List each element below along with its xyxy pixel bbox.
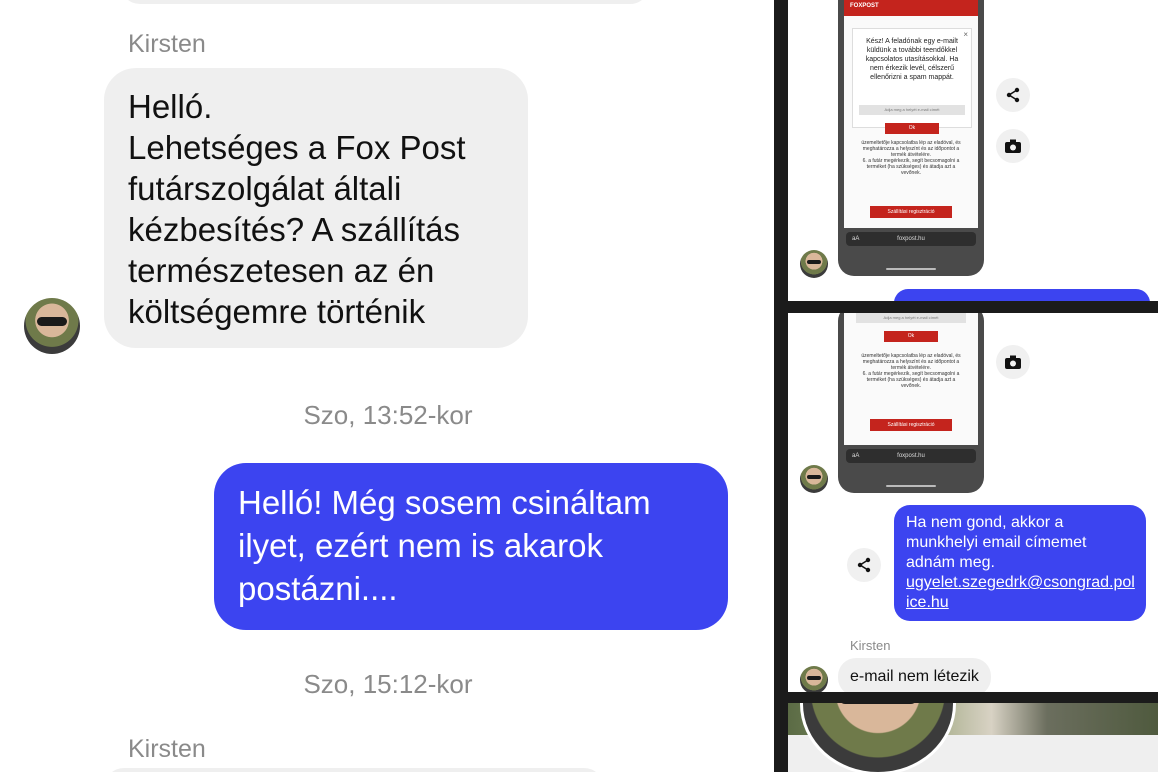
profile-photo-strip [788,703,1158,772]
foxpost-logo: FOXPOST [850,3,879,9]
sender-avatar[interactable] [800,250,828,278]
share-icon[interactable] [996,78,1030,112]
camera-icon[interactable] [996,345,1030,379]
text-size-button[interactable]: aA [852,449,859,463]
foxpost-header: FOXPOST [844,0,978,16]
previous-bubble-edge [120,0,650,4]
text-size-button[interactable]: aA [852,232,859,246]
url-bar[interactable]: aA foxpost.hu [846,449,976,463]
sender-name: Kirsten [128,30,206,58]
timestamp: Szo, 15:12-kor [303,669,473,699]
message-text: Ha nem gond, akkor a munkhelyi email cím… [906,514,1087,571]
outgoing-message-bubble[interactable]: Ha nem gond, akkor a munkhelyi email cím… [894,505,1146,621]
left-chat-panel: Kirsten Helló. Lehetséges a Fox Post fut… [0,0,774,772]
register-button[interactable]: Szállítási regisztráció [870,419,952,431]
home-indicator [886,268,936,270]
sender-avatar[interactable] [24,298,80,354]
incoming-message-bubble[interactable]: e-mail nem létezik [838,658,991,692]
ok-button[interactable]: Ok [885,123,939,134]
phone-mockup: FOXPOST × Kész! A feladónak egy e-mailt … [838,0,984,276]
ok-button[interactable]: Ok [884,331,938,342]
profile-photo[interactable] [800,703,956,772]
sender-avatar[interactable] [800,465,828,493]
camera-icon[interactable] [996,129,1030,163]
outgoing-bubble-edge [894,289,1150,301]
sender-name: Kirsten [128,735,206,763]
timestamp: Szo, 13:52-kor [303,400,473,430]
phone-mockup: Adja meg a helyét e-mail címét Ok üzemel… [838,313,984,493]
steps-text: üzemeltetője kapcsolatba lép az eladóval… [861,353,961,389]
phone-screen: FOXPOST × Kész! A feladónak egy e-mailt … [844,0,978,228]
outgoing-message-bubble[interactable]: Helló! Még sosem csináltam ilyet, ezért … [214,463,728,630]
popup-message: Kész! A feladónak egy e-mailt küldünk a … [865,38,959,81]
sender-avatar[interactable] [800,666,828,692]
next-bubble-edge [104,768,604,772]
incoming-message-bubble[interactable]: Helló. Lehetséges a Fox Post futárszolgá… [104,68,528,348]
url-bar[interactable]: aA foxpost.hu [846,232,976,246]
screenshot-1: FOXPOST × Kész! A feladónak egy e-mailt … [788,0,1158,301]
email-input[interactable]: Adja meg a helyét e-mail címét [856,313,966,323]
email-input[interactable]: Adja meg a helyét e-mail címét [859,105,965,115]
share-icon[interactable] [847,548,881,582]
steps-text: üzemeltetője kapcsolatba lép az eladóval… [861,140,961,176]
home-indicator [886,485,936,487]
screenshot-2: Adja meg a helyét e-mail címét Ok üzemel… [788,313,1158,692]
confirmation-popup: × Kész! A feladónak egy e-mailt küldünk … [852,28,972,134]
sender-name: Kirsten [850,638,891,653]
email-link[interactable]: ugyelet.szegedrk@csongrad.police.hu [906,573,1138,613]
url-text: foxpost.hu [897,236,925,242]
phone-screen: Adja meg a helyét e-mail címét Ok üzemel… [844,313,978,445]
register-button[interactable]: Szállítási regisztráció [870,206,952,218]
url-text: foxpost.hu [897,453,925,459]
